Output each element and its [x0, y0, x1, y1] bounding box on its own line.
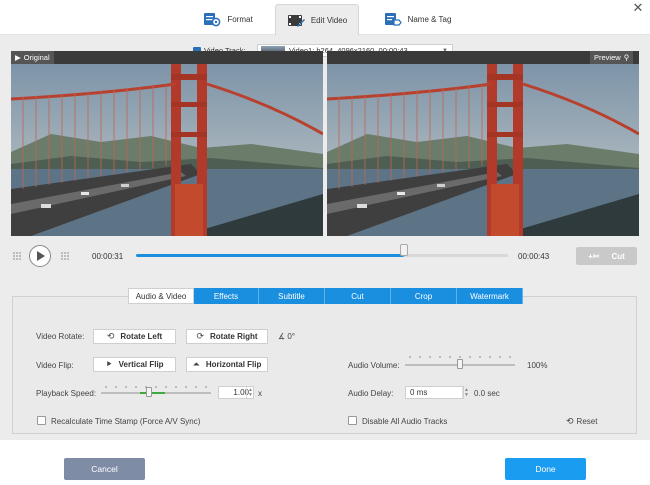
preview-video-frame	[327, 64, 639, 236]
tag-icon	[384, 12, 402, 27]
tab-subtitle[interactable]: Subtitle	[259, 288, 325, 304]
delay-spinner[interactable]: ▲ ▼	[462, 387, 470, 398]
angle-icon: ∡	[278, 332, 286, 341]
rotate-right-button[interactable]: ⟳ Rotate Right	[186, 329, 268, 344]
rotate-right-icon: ⟳	[196, 331, 204, 341]
prev-frame-icon[interactable]	[13, 252, 22, 261]
tab-edit-video-label: Edit Video	[310, 15, 348, 25]
scissors-icon: +✂	[588, 251, 600, 261]
recalc-label: Recalculate Time Stamp (Force A/V Sync)	[51, 417, 201, 426]
cancel-button[interactable]: Cancel	[64, 458, 145, 480]
vertical-flip-button[interactable]: ⯈ Vertical Flip	[93, 357, 176, 372]
rotate-right-label: Rotate Right	[209, 332, 258, 341]
preview-label[interactable]: Preview ⚲	[590, 51, 634, 64]
delay-value: 0 ms	[410, 388, 428, 397]
tab-name-tag[interactable]: Name & Tag	[380, 4, 455, 35]
rotate-left-label: Rotate Left	[120, 332, 163, 341]
tab-crop[interactable]: Crop	[391, 288, 457, 304]
volume-value: 100%	[527, 361, 548, 370]
reset-icon: ⟲	[566, 416, 574, 426]
reset-label: Reset	[576, 417, 598, 426]
cut-label: Cut	[611, 251, 625, 261]
recalc-checkbox[interactable]	[37, 416, 46, 425]
settings-tabs: Audio & Video Effects Subtitle Cut Crop …	[128, 288, 523, 304]
tab-watermark[interactable]: Watermark	[457, 288, 523, 304]
tab-cut[interactable]: Cut	[325, 288, 391, 304]
current-time: 00:00:31	[92, 252, 124, 261]
disable-audio-checkbox[interactable]	[348, 416, 357, 425]
search-icon: ⚲	[623, 53, 630, 62]
film-edit-icon	[287, 13, 305, 28]
horizontal-flip-button[interactable]: ⏶ Horizontal Flip	[186, 357, 268, 372]
tab-watermark-label: Watermark	[470, 291, 509, 301]
media-icon: ▶	[15, 53, 21, 62]
audio-volume-label: Audio Volume:	[348, 361, 400, 370]
tab-format-label: Format	[227, 15, 253, 24]
delay-seconds: 0.0 sec	[474, 389, 500, 398]
speed-slider-fill	[140, 392, 165, 394]
tab-crop-label: Crop	[414, 291, 433, 301]
angle-readout: ∡ 0°	[278, 332, 295, 341]
vertical-flip-label: Vertical Flip	[118, 360, 164, 369]
speed-spinner[interactable]: ▲ ▼	[246, 387, 254, 398]
audio-delay-label: Audio Delay:	[348, 389, 394, 398]
tab-audio-video-label: Audio & Video	[135, 291, 187, 301]
video-rotate-label: Video Rotate:	[36, 332, 85, 341]
close-icon[interactable]: ✕	[631, 1, 645, 15]
tab-cut-label: Cut	[351, 291, 364, 301]
done-label: Done	[535, 464, 556, 474]
disable-audio-label: Disable All Audio Tracks	[362, 417, 448, 426]
horizontal-flip-label: Horizontal Flip	[205, 360, 262, 369]
original-label-text: Original	[23, 53, 50, 62]
timeline-progress	[136, 254, 404, 257]
rotate-left-icon: ⟲	[106, 331, 115, 341]
end-time: 00:00:43	[518, 252, 550, 261]
timeline-handle[interactable]	[399, 244, 408, 256]
speed-slider-ticks	[101, 386, 211, 388]
cut-button[interactable]: +✂ Cut	[576, 247, 637, 265]
delay-input[interactable]: 0 ms	[405, 386, 464, 399]
volume-slider-ticks	[405, 356, 515, 358]
original-video-frame	[11, 64, 323, 236]
next-frame-icon[interactable]	[61, 252, 70, 261]
video-flip-label: Video Flip:	[36, 361, 74, 370]
rotate-left-button[interactable]: ⟲ Rotate Left	[93, 329, 176, 344]
tab-effects[interactable]: Effects	[194, 288, 259, 304]
original-label: ▶ Original	[11, 51, 54, 64]
preview-label-text: Preview	[594, 53, 621, 62]
format-gear-icon	[203, 12, 221, 27]
tab-effects-label: Effects	[213, 291, 239, 301]
playback-speed-label: Playback Speed:	[36, 389, 97, 398]
horizontal-flip-icon: ⏶	[192, 359, 200, 369]
tab-edit-video[interactable]: Edit Video	[275, 4, 359, 35]
speed-slider-handle[interactable]	[146, 387, 152, 397]
tab-format[interactable]: Format	[193, 4, 263, 35]
reset-button[interactable]: ⟲ Reset	[566, 416, 597, 427]
speed-unit: x	[258, 389, 262, 398]
play-button[interactable]	[29, 245, 51, 267]
tab-name-tag-label: Name & Tag	[407, 15, 452, 24]
tab-audio-video[interactable]: Audio & Video	[128, 288, 194, 304]
cancel-label: Cancel	[91, 464, 118, 474]
volume-slider-handle[interactable]	[457, 359, 463, 369]
tab-subtitle-label: Subtitle	[278, 291, 305, 301]
done-button[interactable]: Done	[505, 458, 586, 480]
vertical-flip-icon: ⯈	[105, 359, 113, 369]
angle-value: 0°	[287, 332, 296, 341]
